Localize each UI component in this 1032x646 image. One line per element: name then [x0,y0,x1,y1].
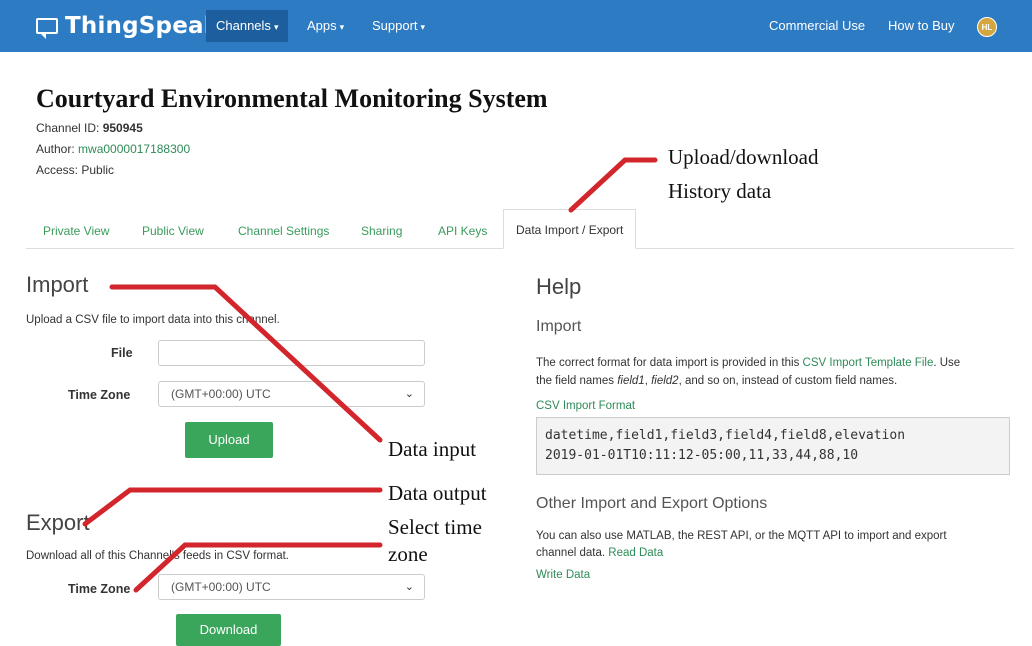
annotation-line-data-output [82,487,383,527]
annotation-line-data-input [109,284,383,443]
annotation-line-upload [568,157,658,213]
annotation-history-data: History data [668,179,772,203]
annotation-select-time: Select time [388,515,482,539]
annotation-line-time-zone [133,542,383,593]
annotation-lines [82,157,658,593]
annotation-data-output: Data output [388,481,487,505]
annotation-zone: zone [388,542,428,566]
annotation-upload-download: Upload/download [668,145,819,169]
annotation-data-input: Data input [388,437,477,461]
